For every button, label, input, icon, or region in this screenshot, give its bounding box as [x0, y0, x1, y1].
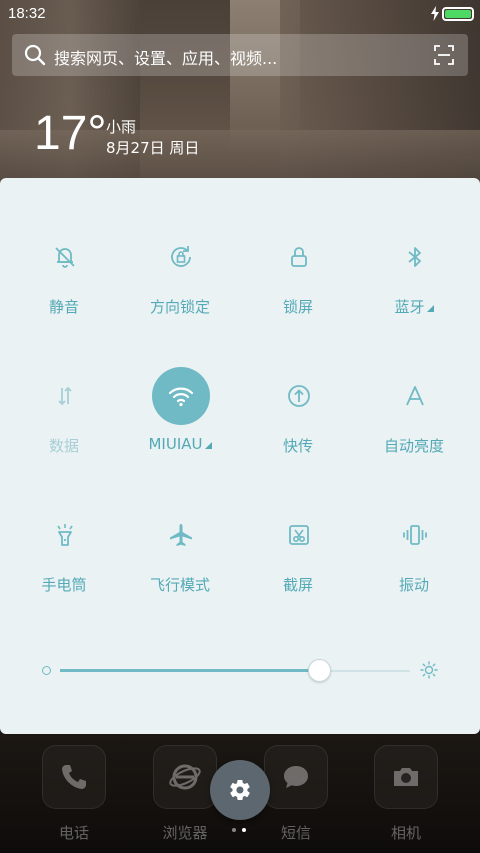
toggle-mute-icon-wrap [36, 228, 94, 286]
toggle-bluetooth-text: 蓝牙 [394, 298, 425, 316]
bell-off-icon [55, 247, 75, 268]
toggle-mobile-data[interactable]: 数据 [6, 367, 122, 477]
search-placeholder: 搜索网页、设置、应用、视频... [54, 49, 278, 68]
flashlight-icon [57, 524, 73, 546]
page-indicator [232, 828, 252, 834]
toggle-auto-brightness-label: 自动亮度 [383, 437, 444, 455]
toggle-vibrate-label: 振动 [398, 576, 429, 594]
data-arrows-icon [58, 386, 72, 406]
settings-button[interactable] [210, 760, 270, 820]
submenu-indicator-icon [204, 442, 212, 449]
bluetooth-icon [408, 247, 421, 267]
message-icon [284, 766, 308, 788]
toggle-rotation-lock-label: 方向锁定 [149, 298, 210, 316]
toggle-wifi-icon-wrap [152, 367, 210, 425]
toggle-airplane-mode-label: 飞行模式 [149, 576, 210, 594]
wifi-icon [168, 387, 194, 407]
battery-level [445, 10, 471, 18]
dock-label-phone: 电话 [58, 824, 89, 842]
toggle-screenshot[interactable]: 截屏 [240, 506, 356, 616]
charging-icon [431, 6, 439, 21]
toggle-airplane-mode[interactable]: 飞行模式 [122, 506, 238, 616]
temperature: 17° [34, 107, 107, 160]
brightness-min-icon [42, 666, 51, 675]
vibrate-icon [403, 525, 427, 545]
toggle-rotation-lock[interactable]: 方向锁定 [122, 228, 238, 338]
brightness-fill [60, 669, 319, 672]
toggle-vibrate-icon-wrap [386, 506, 444, 564]
airplane-icon [170, 524, 192, 546]
toggle-mute[interactable]: 静音 [6, 228, 122, 338]
toggle-mute-label: 静音 [48, 298, 79, 316]
submenu-indicator-icon [426, 305, 434, 312]
toggle-wifi-label: MIUIAU [122, 435, 238, 453]
toggle-screenshot-icon-wrap [270, 506, 328, 564]
toggle-mobile-data-label: 数据 [48, 437, 79, 455]
toggle-vibrate[interactable]: 振动 [356, 506, 472, 616]
notification-shade-screen: 18:32 搜索网页、设置、应用、视频... 17° 小雨 8月27日 周日 静… [0, 0, 480, 853]
toggle-mobile-data-icon-wrap [36, 367, 94, 425]
status-bar: 18:32 [0, 0, 480, 28]
toggle-wifi-text: MIUIAU [148, 435, 203, 453]
toggle-bluetooth-icon-wrap [386, 228, 444, 286]
toggle-quick-transfer[interactable]: 快传 [240, 367, 356, 477]
status-time: 18:32 [8, 5, 46, 22]
toggle-quick-transfer-label: 快传 [282, 437, 313, 455]
search-bar[interactable]: 搜索网页、设置、应用、视频... [12, 34, 468, 76]
brightness-slider-thumb[interactable] [307, 659, 331, 682]
quick-settings-panel: 静音 方向锁定 锁屏 蓝牙 数据 MIUIAU 快传 自动亮度 手电筒 飞行模式… [0, 178, 480, 734]
toggle-bluetooth-label: 蓝牙 [356, 296, 472, 317]
toggle-screenshot-label: 截屏 [282, 576, 313, 594]
page-dot-active [242, 828, 246, 832]
scan-icon[interactable] [434, 45, 454, 65]
weather-condition: 小雨 [106, 118, 137, 136]
dock-app-phone[interactable] [42, 745, 106, 809]
toggle-bluetooth[interactable]: 蓝牙 [356, 228, 472, 338]
transfer-icon [288, 385, 310, 407]
dock-app-camera[interactable] [374, 745, 438, 809]
dock-label-camera: 相机 [390, 824, 421, 842]
toggle-airplane-mode-icon-wrap [152, 506, 210, 564]
toggle-lock-screen[interactable]: 锁屏 [240, 228, 356, 338]
page-dot [232, 828, 236, 832]
rotation-lock-icon [171, 246, 191, 267]
camera-icon [394, 768, 418, 786]
toggle-auto-brightness-icon-wrap [386, 367, 444, 425]
screenshot-icon [289, 525, 309, 545]
dock-app-browser[interactable] [153, 745, 217, 809]
battery-icon [442, 7, 474, 21]
toggle-flashlight[interactable]: 手电筒 [6, 506, 122, 616]
browser-icon [169, 764, 201, 790]
toggle-flashlight-label: 手电筒 [41, 576, 87, 594]
weather-date: 8月27日 周日 [106, 139, 200, 157]
toggle-wifi[interactable]: MIUIAU [122, 367, 238, 477]
search-icon [24, 44, 46, 66]
toggle-auto-brightness[interactable]: 自动亮度 [356, 367, 472, 477]
toggle-quick-transfer-icon-wrap [270, 367, 328, 425]
dock-label-messages: 短信 [280, 824, 311, 842]
brightness-max-icon [420, 661, 438, 679]
lock-icon [291, 247, 307, 267]
dock-app-messages[interactable] [264, 745, 328, 809]
toggle-flashlight-icon-wrap [36, 506, 94, 564]
gear-icon [230, 780, 250, 801]
toggle-lock-screen-icon-wrap [270, 228, 328, 286]
toggle-rotation-lock-icon-wrap [152, 228, 210, 286]
toggle-lock-screen-label: 锁屏 [282, 298, 313, 316]
auto-brightness-icon [406, 386, 424, 406]
phone-icon [62, 765, 86, 789]
dock-label-browser: 浏览器 [162, 824, 208, 842]
